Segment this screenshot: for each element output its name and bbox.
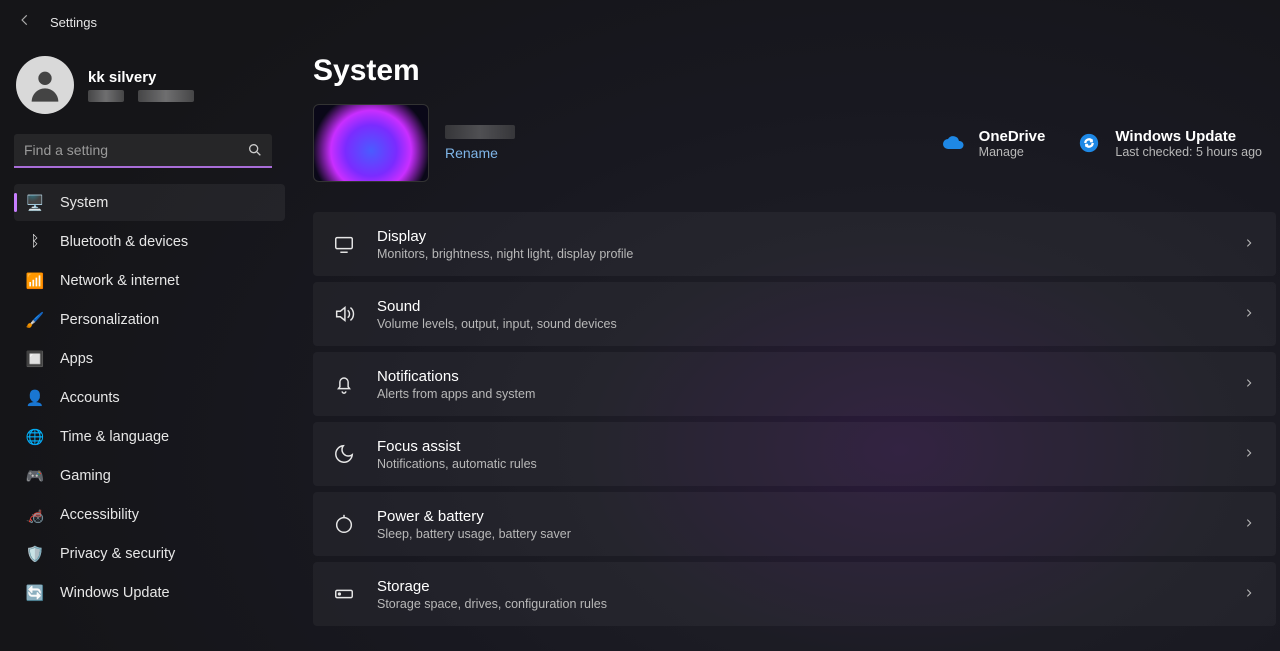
titlebar: Settings xyxy=(0,0,1280,44)
sidebar-item-network-internet[interactable]: 📶 Network & internet xyxy=(14,262,285,299)
setting-title: Storage xyxy=(377,578,607,595)
setting-sub: Volume levels, output, input, sound devi… xyxy=(377,317,617,331)
device-info: Rename xyxy=(445,125,515,161)
windows-update-icon: 🔄 xyxy=(26,584,44,602)
sidebar-item-gaming[interactable]: 🎮 Gaming xyxy=(14,457,285,494)
profile-block[interactable]: kk silvery xyxy=(14,56,285,128)
device-name-placeholder xyxy=(445,125,515,139)
search-wrap xyxy=(14,134,285,168)
chevron-right-icon xyxy=(1244,236,1254,253)
sidebar-item-label: Time & language xyxy=(60,429,169,445)
sidebar-item-windows-update[interactable]: 🔄 Windows Update xyxy=(14,574,285,611)
onedrive-card[interactable]: OneDrive Manage xyxy=(939,128,1046,159)
nav: 🖥️ System ᛒ Bluetooth & devices 📶 Network & i… xyxy=(14,184,285,611)
setting-sub: Sleep, battery usage, battery saver xyxy=(377,527,571,541)
display-icon xyxy=(331,231,357,257)
setting-notifications[interactable]: Notifications Alerts from apps and system xyxy=(313,352,1276,416)
chevron-right-icon xyxy=(1244,376,1254,393)
app-title: Settings xyxy=(50,15,97,30)
setting-sub: Notifications, automatic rules xyxy=(377,457,537,471)
search-input[interactable] xyxy=(14,134,272,168)
accounts-icon: 👤 xyxy=(26,389,44,407)
sidebar-item-time-language[interactable]: 🌐 Time & language xyxy=(14,418,285,455)
device-row: Rename OneDrive Manage xyxy=(313,104,1280,182)
sidebar-item-label: Personalization xyxy=(60,312,159,328)
update-icon xyxy=(1075,129,1103,157)
network-internet-icon: 📶 xyxy=(26,272,44,290)
chevron-right-icon xyxy=(1244,306,1254,323)
setting-title: Notifications xyxy=(377,368,535,385)
setting-storage[interactable]: Storage Storage space, drives, configurat… xyxy=(313,562,1276,626)
avatar xyxy=(16,56,74,114)
setting-power-battery[interactable]: Power & battery Sleep, battery usage, bat… xyxy=(313,492,1276,556)
time-language-icon: 🌐 xyxy=(26,428,44,446)
setting-title: Sound xyxy=(377,298,617,315)
setting-focus-assist[interactable]: Focus assist Notifications, automatic rul… xyxy=(313,422,1276,486)
sidebar-item-label: Bluetooth & devices xyxy=(60,234,188,250)
notifications-icon xyxy=(331,371,357,397)
page-title: System xyxy=(313,54,1280,88)
sidebar-item-label: Privacy & security xyxy=(60,546,175,562)
update-sub: Last checked: 5 hours ago xyxy=(1115,145,1262,159)
setting-display[interactable]: Display Monitors, brightness, night light… xyxy=(313,212,1276,276)
chevron-right-icon xyxy=(1244,446,1254,463)
device-thumbnail[interactable] xyxy=(313,104,429,182)
sidebar-item-accounts[interactable]: 👤 Accounts xyxy=(14,379,285,416)
search-icon[interactable] xyxy=(247,142,263,163)
setting-title: Display xyxy=(377,228,633,245)
profile-sub xyxy=(88,90,194,102)
content: System Rename OneDrive Manage xyxy=(295,44,1280,651)
personalization-icon: 🖌️ xyxy=(26,311,44,329)
sidebar-item-label: Apps xyxy=(60,351,93,367)
sidebar-item-system[interactable]: 🖥️ System xyxy=(14,184,285,221)
rename-link[interactable]: Rename xyxy=(445,145,515,161)
apps-icon: 🔲 xyxy=(26,350,44,368)
gaming-icon: 🎮 xyxy=(26,467,44,485)
cloud-icon xyxy=(939,129,967,157)
bluetooth-devices-icon: ᛒ xyxy=(26,233,44,251)
power-battery-icon xyxy=(331,511,357,537)
onedrive-sub: Manage xyxy=(979,145,1046,159)
onedrive-title: OneDrive xyxy=(979,128,1046,145)
sidebar-item-label: System xyxy=(60,195,108,211)
sidebar-item-label: Network & internet xyxy=(60,273,179,289)
sidebar-item-accessibility[interactable]: 🦽 Accessibility xyxy=(14,496,285,533)
sidebar-item-label: Accessibility xyxy=(60,507,139,523)
setting-title: Power & battery xyxy=(377,508,571,525)
setting-sub: Alerts from apps and system xyxy=(377,387,535,401)
sidebar-item-label: Windows Update xyxy=(60,585,170,601)
accessibility-icon: 🦽 xyxy=(26,506,44,524)
sidebar-item-bluetooth-devices[interactable]: ᛒ Bluetooth & devices xyxy=(14,223,285,260)
sidebar-item-apps[interactable]: 🔲 Apps xyxy=(14,340,285,377)
setting-title: Focus assist xyxy=(377,438,537,455)
sidebar-item-privacy-security[interactable]: 🛡️ Privacy & security xyxy=(14,535,285,572)
privacy-security-icon: 🛡️ xyxy=(26,545,44,563)
system-icon: 🖥️ xyxy=(26,194,44,212)
profile-name: kk silvery xyxy=(88,69,194,86)
chevron-right-icon xyxy=(1244,586,1254,603)
setting-sound[interactable]: Sound Volume levels, output, input, sound… xyxy=(313,282,1276,346)
sidebar-item-personalization[interactable]: 🖌️ Personalization xyxy=(14,301,285,338)
sidebar-item-label: Gaming xyxy=(60,468,111,484)
chevron-right-icon xyxy=(1244,516,1254,533)
sidebar: kk silvery 🖥️ System ᛒ Bluetooth & devices 📶… xyxy=(0,44,295,651)
back-icon[interactable] xyxy=(18,13,32,32)
windows-update-card[interactable]: Windows Update Last checked: 5 hours ago xyxy=(1075,128,1262,159)
sidebar-item-label: Accounts xyxy=(60,390,120,406)
setting-sub: Monitors, brightness, night light, displ… xyxy=(377,247,633,261)
focus-assist-icon xyxy=(331,441,357,467)
sound-icon xyxy=(331,301,357,327)
update-title: Windows Update xyxy=(1115,128,1262,145)
setting-sub: Storage space, drives, configuration rul… xyxy=(377,597,607,611)
storage-icon xyxy=(331,581,357,607)
setting-list: Display Monitors, brightness, night light… xyxy=(313,212,1280,626)
